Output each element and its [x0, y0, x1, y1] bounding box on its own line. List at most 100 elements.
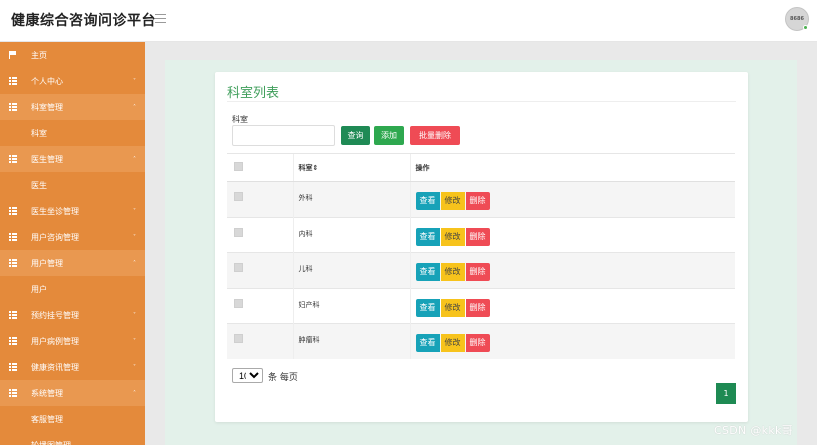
department-name-cell: 儿科 [292, 252, 410, 288]
sidebar-item-14[interactable]: 客服管理 [0, 406, 145, 432]
sidebar-item-12[interactable]: 健康资讯管理 ˅ [0, 354, 145, 380]
sidebar-item-label: 用户病例管理 [31, 336, 79, 346]
view-button[interactable]: 查看 [415, 227, 440, 246]
sidebar-item-8[interactable]: 用户管理 ˄ [0, 250, 145, 276]
sidebar-item-10[interactable]: 预约挂号管理 ˅ [0, 302, 145, 328]
grid-icon [9, 389, 17, 397]
chevron-up-icon: ˄ [133, 390, 136, 397]
sidebar-item-label: 健康资讯管理 [31, 362, 79, 372]
row-select-cell [227, 216, 293, 253]
sidebar-item-label: 科室管理 [31, 102, 63, 112]
grid-icon [9, 259, 17, 267]
column-header-name-label: 科室 [298, 163, 313, 172]
select-all-cell [227, 153, 293, 182]
sidebar-item-3[interactable]: 科室 [0, 120, 145, 146]
department-name-cell: 内科 [292, 216, 410, 253]
table-header-row: 科室⇕ 操作 [227, 153, 735, 182]
grid-icon [9, 77, 17, 85]
view-button[interactable]: 查看 [415, 263, 440, 281]
select-all-checkbox[interactable] [234, 162, 243, 171]
sidebar-item-13[interactable]: 系统管理 ˄ [0, 380, 145, 406]
grid-icon [9, 233, 17, 241]
page-size-select[interactable]: 10 [232, 368, 263, 383]
column-header-name[interactable]: 科室⇕ [292, 153, 410, 182]
department-list-panel: 科室列表 科室 查询 添加 批量删除 科室⇕ 操作 外科 查看 修改 删除 内科 查看 修改… [215, 72, 748, 422]
row-checkbox[interactable] [234, 192, 243, 201]
sidebar-item-label: 医生管理 [31, 154, 63, 164]
edit-button[interactable]: 修改 [440, 192, 465, 210]
sidebar-item-1[interactable]: 个人中心 ˅ [0, 68, 145, 94]
sidebar-item-label: 医生坐诊管理 [31, 206, 79, 216]
edit-button[interactable]: 修改 [440, 263, 465, 281]
row-actions-cell: 查看 修改 删除 [409, 323, 735, 359]
title-divider [227, 101, 736, 102]
sidebar-item-label: 客服管理 [31, 414, 63, 424]
row-select-cell [227, 287, 293, 324]
sidebar-item-label: 用户咨询管理 [31, 232, 79, 242]
view-button[interactable]: 查看 [415, 334, 440, 352]
sidebar: 主页 个人中心 ˅ 科室管理 ˄ 科室 医生管理 ˄ 医生 医生坐诊管理 ˅ 用户咨询管理 ˅ 用户管理 ˄… [0, 42, 145, 445]
delete-button[interactable]: 删除 [465, 227, 490, 246]
chevron-up-icon: ˄ [133, 156, 136, 163]
sidebar-item-11[interactable]: 用户病例管理 ˅ [0, 328, 145, 354]
delete-button[interactable]: 删除 [465, 263, 490, 281]
watermark: CSDN @kkk哥 [714, 424, 793, 437]
row-actions-cell: 查看 修改 删除 [409, 181, 735, 217]
row-checkbox[interactable] [234, 298, 243, 308]
row-checkbox[interactable] [234, 334, 243, 343]
search-label: 科室 [232, 115, 248, 124]
table-row: 儿科 查看 修改 删除 [227, 252, 735, 288]
column-header-actions: 操作 [409, 153, 735, 182]
add-button[interactable]: 添加 [374, 126, 404, 145]
chevron-up-icon: ˄ [133, 104, 136, 111]
top-header: 健康综合咨询问诊平台 8686 [0, 0, 817, 42]
view-button[interactable]: 查看 [415, 192, 440, 210]
sidebar-item-label: 医生 [31, 180, 47, 190]
edit-button[interactable]: 修改 [440, 334, 465, 352]
delete-button[interactable]: 删除 [465, 192, 490, 210]
sidebar-item-label: 个人中心 [31, 76, 63, 86]
sidebar-item-9[interactable]: 用户 [0, 276, 145, 302]
query-button[interactable]: 查询 [341, 126, 370, 145]
sidebar-item-label: 预约挂号管理 [31, 310, 79, 320]
row-actions-cell: 查看 修改 删除 [409, 287, 735, 324]
sidebar-item-15[interactable]: 轮播图管理 [0, 432, 145, 445]
row-checkbox[interactable] [234, 227, 243, 237]
sidebar-item-label: 用户 [31, 284, 47, 294]
table-row: 外科 查看 修改 删除 [227, 181, 735, 217]
grid-icon [9, 155, 17, 163]
sidebar-item-6[interactable]: 医生坐诊管理 ˅ [0, 198, 145, 224]
sidebar-item-0[interactable]: 主页 [0, 42, 145, 68]
delete-button[interactable]: 删除 [465, 334, 490, 352]
table-row: 内科 查看 修改 删除 [227, 216, 735, 253]
bulk-delete-button[interactable]: 批量删除 [410, 126, 460, 145]
sidebar-item-2[interactable]: 科室管理 ˄ [0, 94, 145, 120]
sidebar-item-7[interactable]: 用户咨询管理 ˅ [0, 224, 145, 250]
edit-button[interactable]: 修改 [440, 298, 465, 317]
delete-button[interactable]: 删除 [465, 298, 490, 317]
row-actions-cell: 查看 修改 删除 [409, 252, 735, 288]
chevron-down-icon: ˅ [133, 78, 136, 85]
menu-toggle-icon[interactable] [155, 11, 169, 25]
row-select-cell [227, 323, 293, 359]
department-name-cell: 妇产科 [292, 287, 410, 324]
department-name-cell: 肿瘤科 [292, 323, 410, 359]
grid-icon [9, 103, 17, 111]
table-row: 妇产科 查看 修改 删除 [227, 287, 735, 324]
sidebar-item-label: 轮播图管理 [31, 440, 71, 445]
sort-icon[interactable]: ⇕ [313, 164, 319, 172]
sidebar-item-4[interactable]: 医生管理 ˄ [0, 146, 145, 172]
sidebar-item-label: 系统管理 [31, 388, 63, 398]
sidebar-item-label: 用户管理 [31, 258, 63, 268]
view-button[interactable]: 查看 [415, 298, 440, 317]
department-search-input[interactable] [232, 125, 335, 146]
pagination-page-1[interactable]: 1 [716, 383, 736, 404]
table-row: 肿瘤科 查看 修改 删除 [227, 323, 735, 359]
row-checkbox[interactable] [234, 263, 243, 272]
online-status-dot [803, 25, 808, 30]
department-table: 科室⇕ 操作 外科 查看 修改 删除 内科 查看 修改 删除 儿科 查看 修改 删除 妇产科 查看 修改 删除… [227, 153, 735, 359]
edit-button[interactable]: 修改 [440, 227, 465, 246]
sidebar-item-5[interactable]: 医生 [0, 172, 145, 198]
row-select-cell [227, 252, 293, 288]
app-title: 健康综合咨询问诊平台 [11, 13, 156, 29]
